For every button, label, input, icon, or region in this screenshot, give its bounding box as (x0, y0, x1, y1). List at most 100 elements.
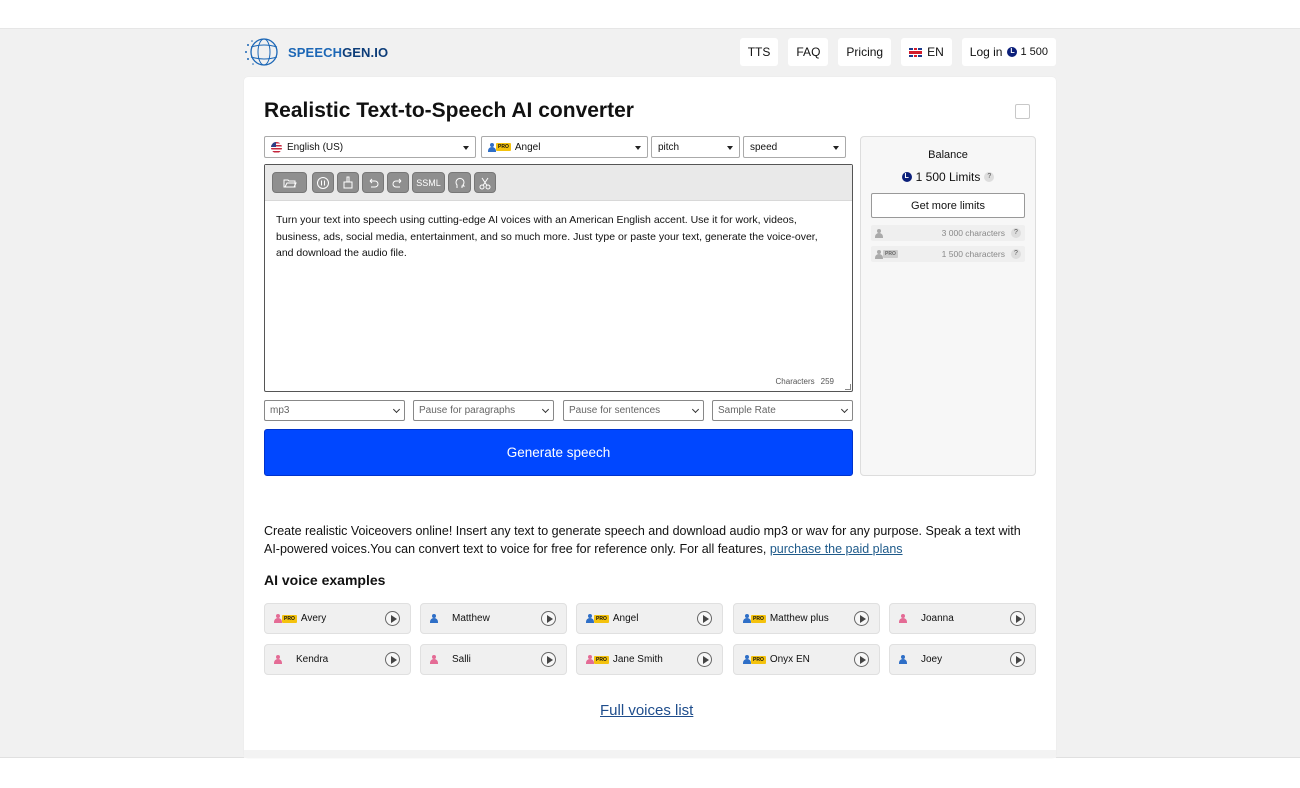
pitch-select[interactable]: pitch (651, 136, 740, 158)
pro-badge: PRO (883, 250, 898, 258)
pro-badge: PRO (751, 614, 766, 623)
ssml-button[interactable]: SSML (412, 172, 445, 193)
chevron-down-icon (541, 405, 550, 414)
editor-text[interactable]: Turn your text into speech using cutting… (276, 212, 838, 262)
female-voice-icon (586, 655, 594, 664)
play-icon[interactable] (697, 652, 712, 667)
get-more-limits-button[interactable]: Get more limits (871, 193, 1025, 218)
footer-strip (244, 750, 1056, 758)
standard-limit-value: 3 000 characters (941, 228, 1005, 238)
nav-pricing[interactable]: Pricing (838, 38, 892, 66)
play-icon[interactable] (385, 652, 400, 667)
pause-button[interactable] (312, 172, 334, 193)
play-icon[interactable] (541, 652, 556, 667)
voice-example-card[interactable]: PRO Matthew plus (733, 603, 880, 634)
login-button[interactable]: Log in L 1 500 (961, 38, 1056, 66)
balance-panel: Balance L 1 500 Limits ? Get more limits… (860, 136, 1036, 476)
pro-limit-row: PRO 1 500 characters ? (871, 246, 1025, 262)
examples-title: AI voice examples (264, 572, 386, 588)
play-icon[interactable] (697, 611, 712, 626)
voice-name: Joey (921, 654, 943, 665)
pause-paragraphs-select[interactable]: Pause for paragraphs (413, 400, 554, 421)
resize-handle[interactable] (845, 384, 851, 390)
voice-example-card[interactable]: Matthew (420, 603, 567, 634)
play-icon[interactable] (541, 611, 556, 626)
play-icon[interactable] (854, 652, 869, 667)
text-editor[interactable]: SSML Turn your text into speech using cu… (264, 164, 853, 392)
male-voice-icon (586, 614, 594, 623)
cut-button[interactable] (474, 172, 496, 193)
speed-select[interactable]: speed (743, 136, 846, 158)
language-select[interactable]: English (US) (264, 136, 476, 158)
language-label: EN (927, 45, 944, 59)
female-voice-icon (274, 655, 282, 664)
language-select-value: English (US) (287, 141, 344, 153)
format-select-value: mp3 (270, 405, 290, 416)
pause-sentences-value: Pause for sentences (569, 405, 661, 416)
user-icon (875, 249, 883, 259)
broom-icon (343, 176, 353, 188)
balance-title: Balance (928, 149, 968, 161)
play-icon[interactable] (854, 611, 869, 626)
voice-example-card[interactable]: Kendra (264, 644, 411, 675)
redo-button[interactable] (387, 172, 409, 193)
uk-flag-icon (909, 47, 923, 57)
voice-name: Salli (452, 654, 471, 665)
pro-badge: PRO (282, 614, 297, 623)
undo-button[interactable] (362, 172, 384, 193)
chevron-down-icon (840, 405, 849, 414)
site-header: SPEECHGEN.IO TTS FAQ Pricing EN Log in L… (244, 35, 1056, 71)
voice-example-card[interactable]: Joanna (889, 603, 1036, 634)
language-switcher[interactable]: EN (901, 38, 952, 66)
coin-icon: L (1007, 47, 1018, 57)
chevron-down-icon (691, 405, 700, 414)
help-icon[interactable]: ? (1011, 249, 1021, 259)
voice-name: Joanna (921, 613, 954, 624)
voice-example-card[interactable]: Joey (889, 644, 1036, 675)
voice-example-card[interactable]: PRO Jane Smith (576, 644, 723, 675)
logo[interactable]: SPEECHGEN.IO (244, 35, 388, 69)
female-voice-icon (430, 655, 438, 664)
user-icon (875, 228, 883, 238)
voice-profile-button[interactable] (448, 172, 471, 193)
pause-paragraphs-value: Pause for paragraphs (419, 405, 516, 416)
converter-card: Realistic Text-to-Speech AI converter En… (244, 77, 1056, 758)
nav-faq[interactable]: FAQ (788, 38, 829, 66)
male-voice-icon (743, 655, 751, 664)
full-voices-list-link[interactable]: Full voices list (600, 702, 693, 719)
voice-example-card[interactable]: PRO Avery (264, 603, 411, 634)
help-icon[interactable]: ? (1011, 228, 1021, 238)
pro-badge: PRO (594, 655, 609, 664)
page-title: Realistic Text-to-Speech AI converter (264, 99, 634, 122)
balance-amount: L 1 500 Limits ? (861, 170, 1035, 184)
help-icon[interactable]: ? (984, 172, 995, 182)
play-icon[interactable] (1010, 652, 1025, 667)
voice-select-value: Angel (514, 141, 541, 153)
female-voice-icon (899, 614, 907, 623)
male-voice-icon (488, 142, 496, 152)
pause-sentences-select[interactable]: Pause for sentences (563, 400, 704, 421)
voice-example-card[interactable]: PRO Onyx EN (733, 644, 880, 675)
pitch-select-value: pitch (658, 141, 680, 153)
clear-button[interactable] (337, 172, 359, 193)
chevron-down-icon (392, 405, 401, 414)
play-icon[interactable] (1010, 611, 1025, 626)
fullscreen-icon[interactable] (1015, 104, 1030, 119)
format-select[interactable]: mp3 (264, 400, 405, 421)
voice-name: Matthew plus (769, 613, 829, 624)
voice-name: Avery (300, 613, 327, 624)
login-balance: 1 500 (1020, 46, 1048, 58)
play-icon[interactable] (385, 611, 400, 626)
us-flag-icon (271, 141, 282, 153)
balance-amount-value: 1 500 Limits (915, 170, 981, 184)
purchase-plans-link[interactable]: purchase the paid plans (770, 542, 903, 556)
generate-speech-button[interactable]: Generate speech (264, 429, 853, 476)
head-icon (455, 177, 465, 188)
editor-toolbar: SSML (265, 165, 852, 201)
sample-rate-select[interactable]: Sample Rate (712, 400, 853, 421)
voice-select[interactable]: PRO Angel (481, 136, 648, 158)
open-file-button[interactable] (272, 172, 307, 193)
nav-tts[interactable]: TTS (739, 38, 779, 66)
voice-example-card[interactable]: PRO Angel (576, 603, 723, 634)
voice-example-card[interactable]: Salli (420, 644, 567, 675)
